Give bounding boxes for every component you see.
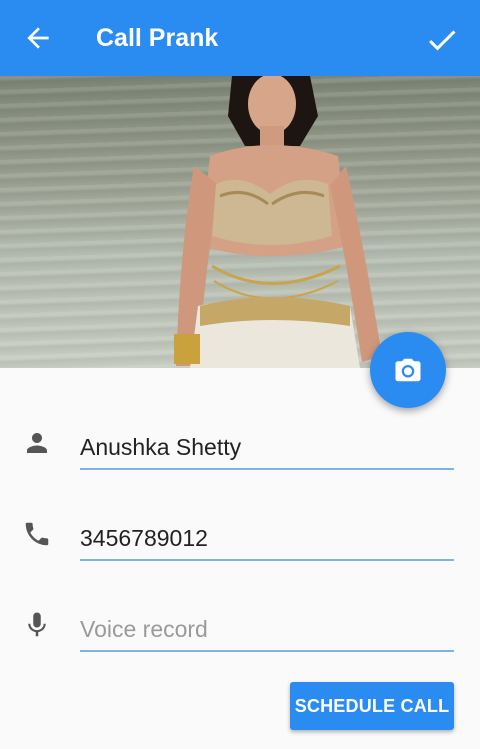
schedule-call-button[interactable]: SCHEDULE CALL: [290, 682, 454, 730]
name-row: [0, 418, 480, 478]
phone-row: [0, 509, 480, 569]
person-icon: [27, 433, 47, 453]
voice-record-input[interactable]: [80, 600, 454, 652]
camera-icon: [395, 358, 421, 382]
name-input[interactable]: [80, 418, 454, 470]
check-icon[interactable]: [424, 22, 460, 58]
contact-photo: [0, 76, 480, 368]
phone-input[interactable]: [80, 509, 454, 561]
arrow-left-icon[interactable]: [22, 22, 54, 54]
voice-row: [0, 600, 480, 660]
person-figure-image: [174, 76, 382, 368]
page-title: Call Prank: [96, 24, 219, 52]
microphone-icon: [28, 612, 46, 637]
change-photo-button[interactable]: [370, 332, 446, 408]
phone-icon: [25, 522, 49, 546]
app-bar: Call Prank: [0, 0, 480, 76]
